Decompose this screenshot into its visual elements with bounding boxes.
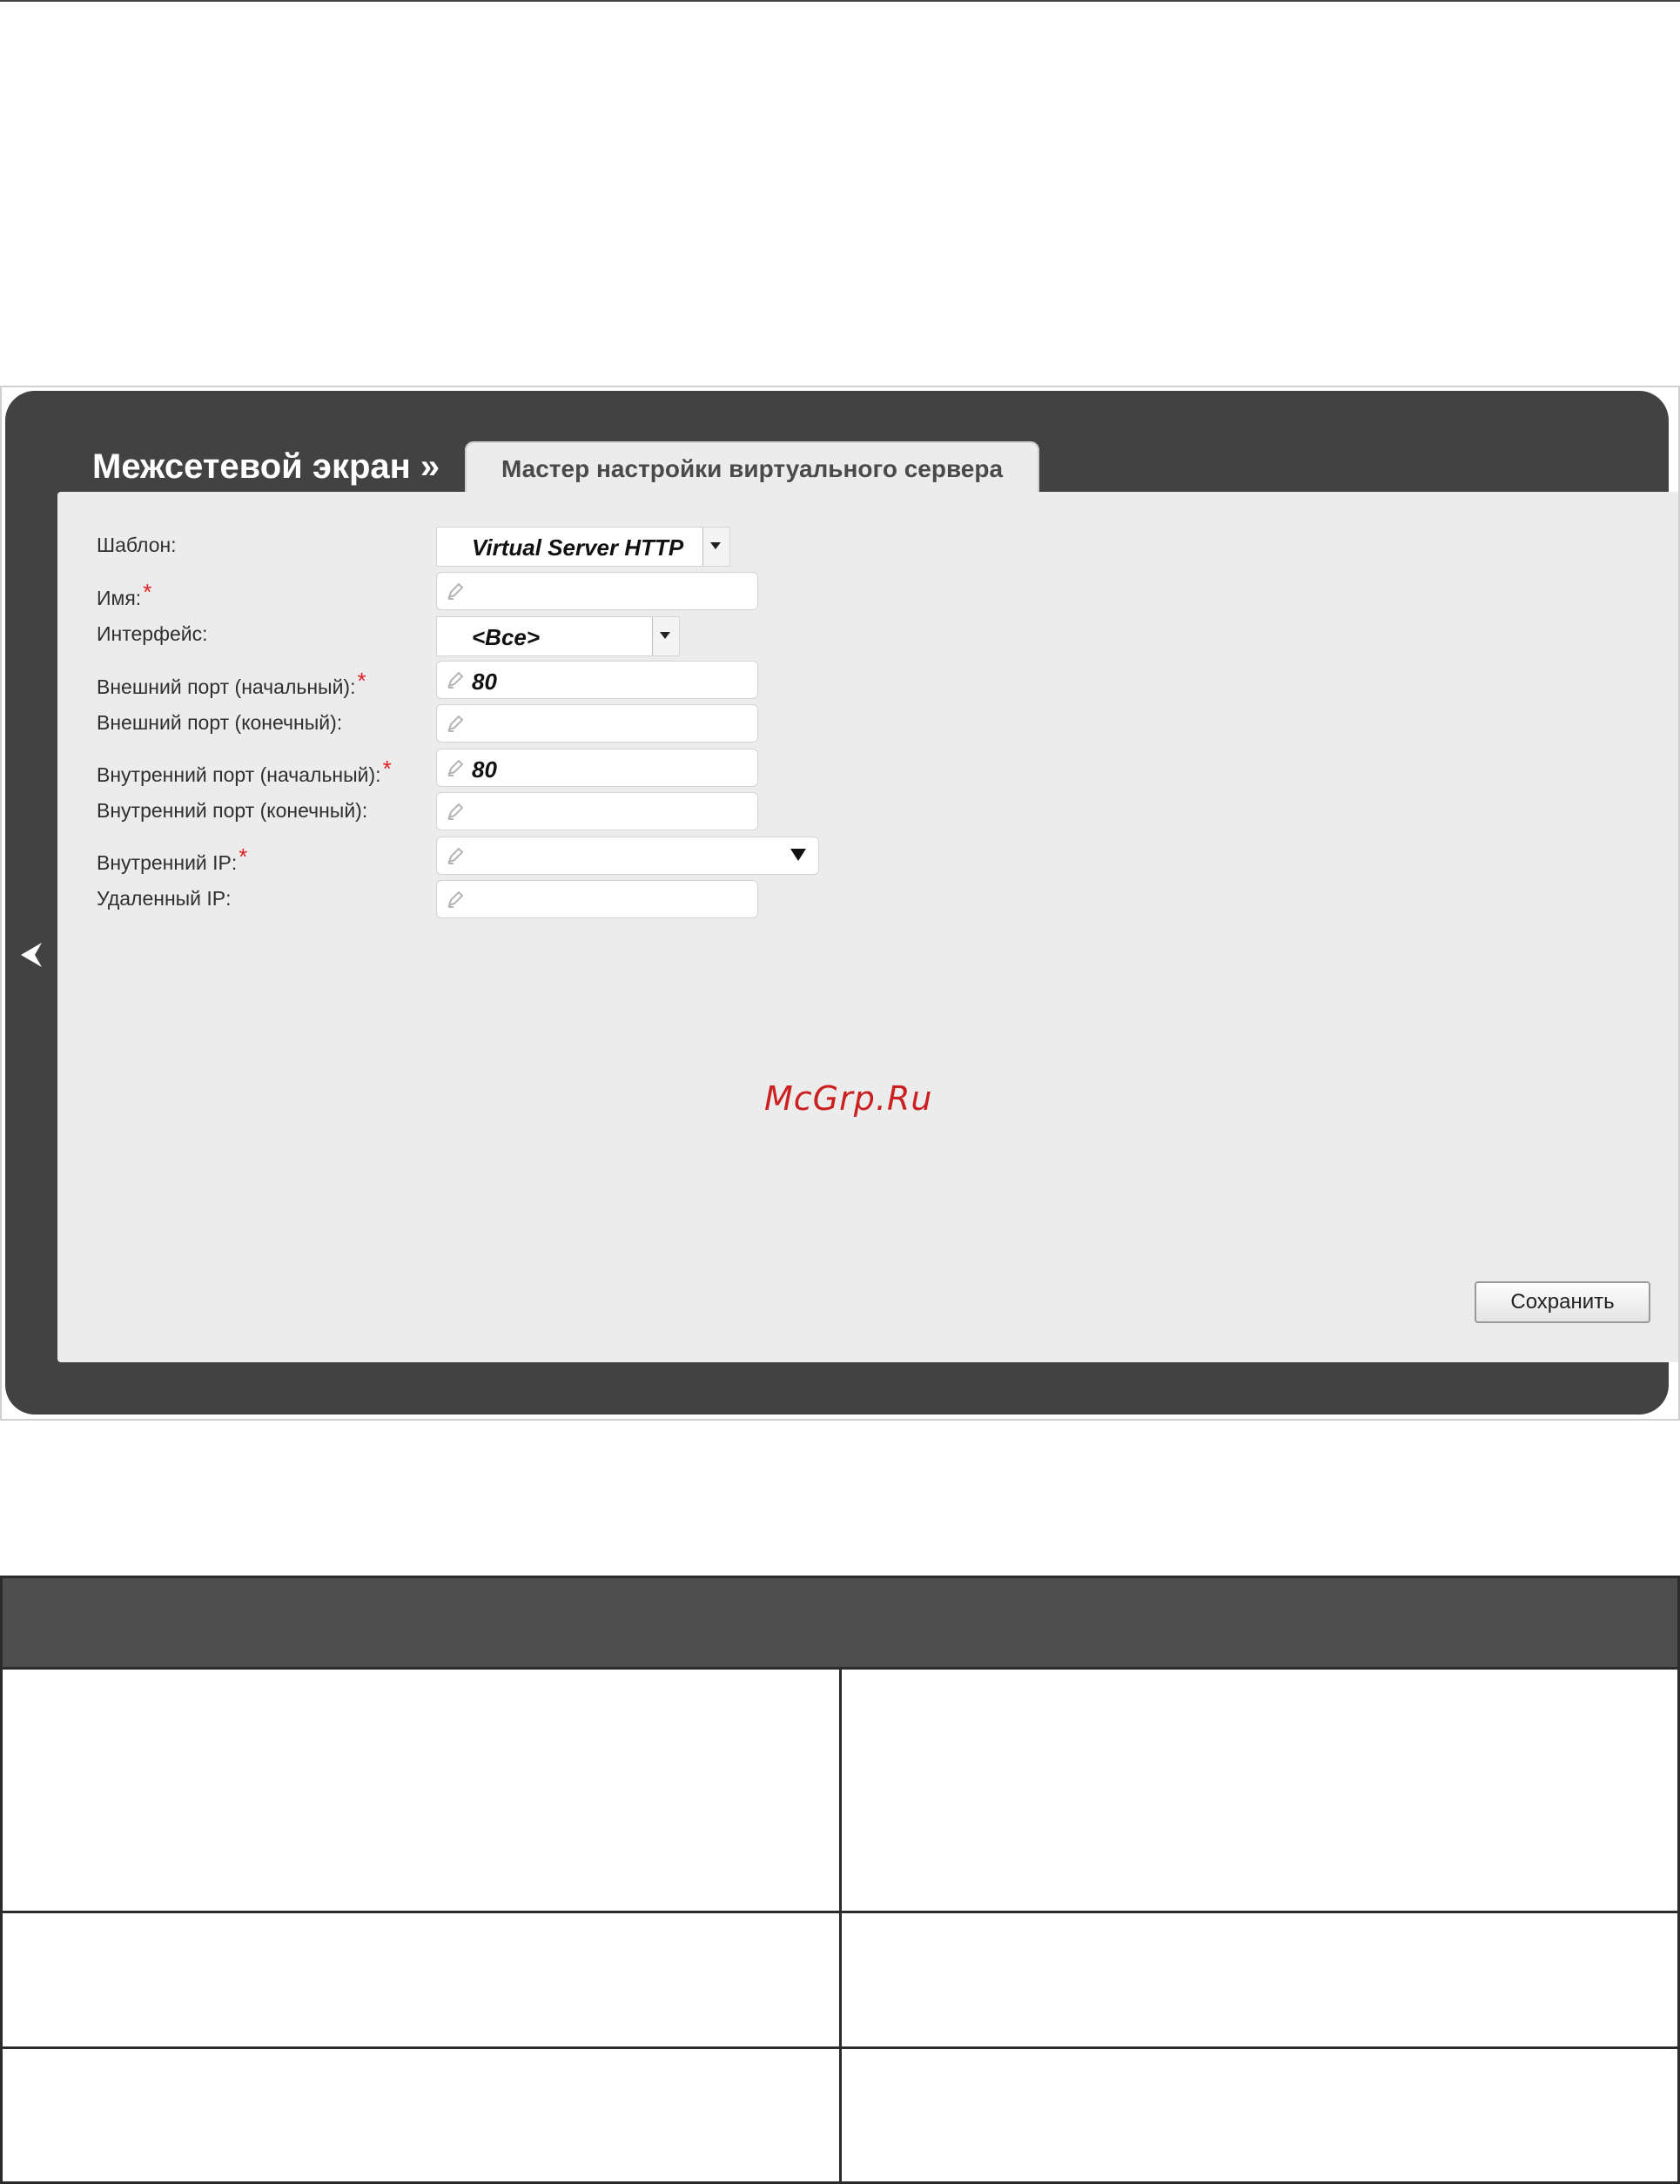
ext-port-start-input[interactable]: 80	[436, 661, 758, 699]
router-screenshot: Межсетевой экран » Мастер настройки вирт…	[0, 386, 1680, 1421]
pencil-icon	[447, 803, 464, 820]
internal-ip-label: Внутренний IP:*	[97, 843, 248, 874]
template-value: Virtual Server HTTP	[472, 534, 684, 561]
table-row	[0, 1911, 1680, 2049]
table-cell	[838, 1667, 1680, 1913]
pencil-icon	[447, 582, 464, 600]
int-port-start-label: Внутренний порт (начальный):*	[97, 756, 392, 786]
required-star: *	[239, 843, 248, 870]
router-frame: Межсетевой экран » Мастер настройки вирт…	[5, 391, 1678, 1415]
dropdown-arrow-icon[interactable]	[702, 528, 729, 566]
int-port-start-input[interactable]: 80	[436, 749, 758, 787]
pencil-icon	[447, 759, 464, 776]
settings-panel: Шаблон: Virtual Server HTTP Имя:* Интерф…	[57, 492, 1678, 1362]
watermark: McGrp.Ru	[764, 1079, 933, 1118]
description-table	[0, 1576, 1680, 2184]
remote-ip-label: Удаленный IP:	[97, 887, 232, 910]
ext-port-start-label: Внешний порт (начальный):*	[97, 668, 366, 698]
interface-value: <Все>	[472, 624, 541, 650]
table-cell	[0, 1911, 842, 2049]
pencil-icon	[447, 890, 464, 908]
interface-select[interactable]: <Все>	[436, 616, 680, 656]
section-title[interactable]: Межсетевой экран »	[92, 447, 440, 487]
table-header-row	[0, 1576, 1680, 1670]
table-cell	[838, 2046, 1680, 2184]
int-port-end-label: Внутренний порт (конечный):	[97, 799, 368, 822]
page-top-rule	[0, 0, 1680, 2]
dropdown-arrow-icon[interactable]	[652, 617, 679, 655]
save-button[interactable]: Сохранить	[1475, 1281, 1650, 1323]
template-select[interactable]: Virtual Server HTTP	[436, 527, 730, 567]
table-header	[0, 1576, 1680, 1670]
int-port-end-input[interactable]	[436, 792, 758, 830]
tab-virtual-server-wizard[interactable]: Мастер настройки виртуального сервера	[465, 441, 1039, 494]
ext-port-start-value: 80	[472, 669, 497, 695]
internal-ip-input[interactable]	[436, 837, 819, 875]
table-cell	[0, 2046, 842, 2184]
name-input[interactable]	[436, 572, 758, 610]
dropdown-arrow-icon[interactable]	[790, 849, 806, 861]
required-star: *	[357, 668, 366, 694]
required-star: *	[143, 579, 152, 605]
pencil-icon	[447, 715, 464, 732]
table-row	[0, 2046, 1680, 2184]
name-label: Имя:*	[97, 579, 152, 609]
pencil-icon	[447, 671, 464, 689]
table-cell	[0, 1667, 842, 1913]
table-row	[0, 1667, 1680, 1913]
template-label: Шаблон:	[97, 534, 177, 556]
interface-label: Интерфейс:	[97, 622, 208, 645]
remote-ip-input[interactable]	[436, 880, 758, 918]
table-cell	[838, 1911, 1680, 2049]
back-arrow-icon[interactable]	[16, 939, 50, 974]
int-port-start-value: 80	[472, 756, 497, 783]
ext-port-end-input[interactable]	[436, 704, 758, 743]
ext-port-end-label: Внешний порт (конечный):	[97, 711, 343, 734]
required-star: *	[382, 756, 392, 782]
pencil-icon	[447, 847, 464, 864]
tab-label: Мастер настройки виртуального сервера	[501, 455, 1004, 482]
